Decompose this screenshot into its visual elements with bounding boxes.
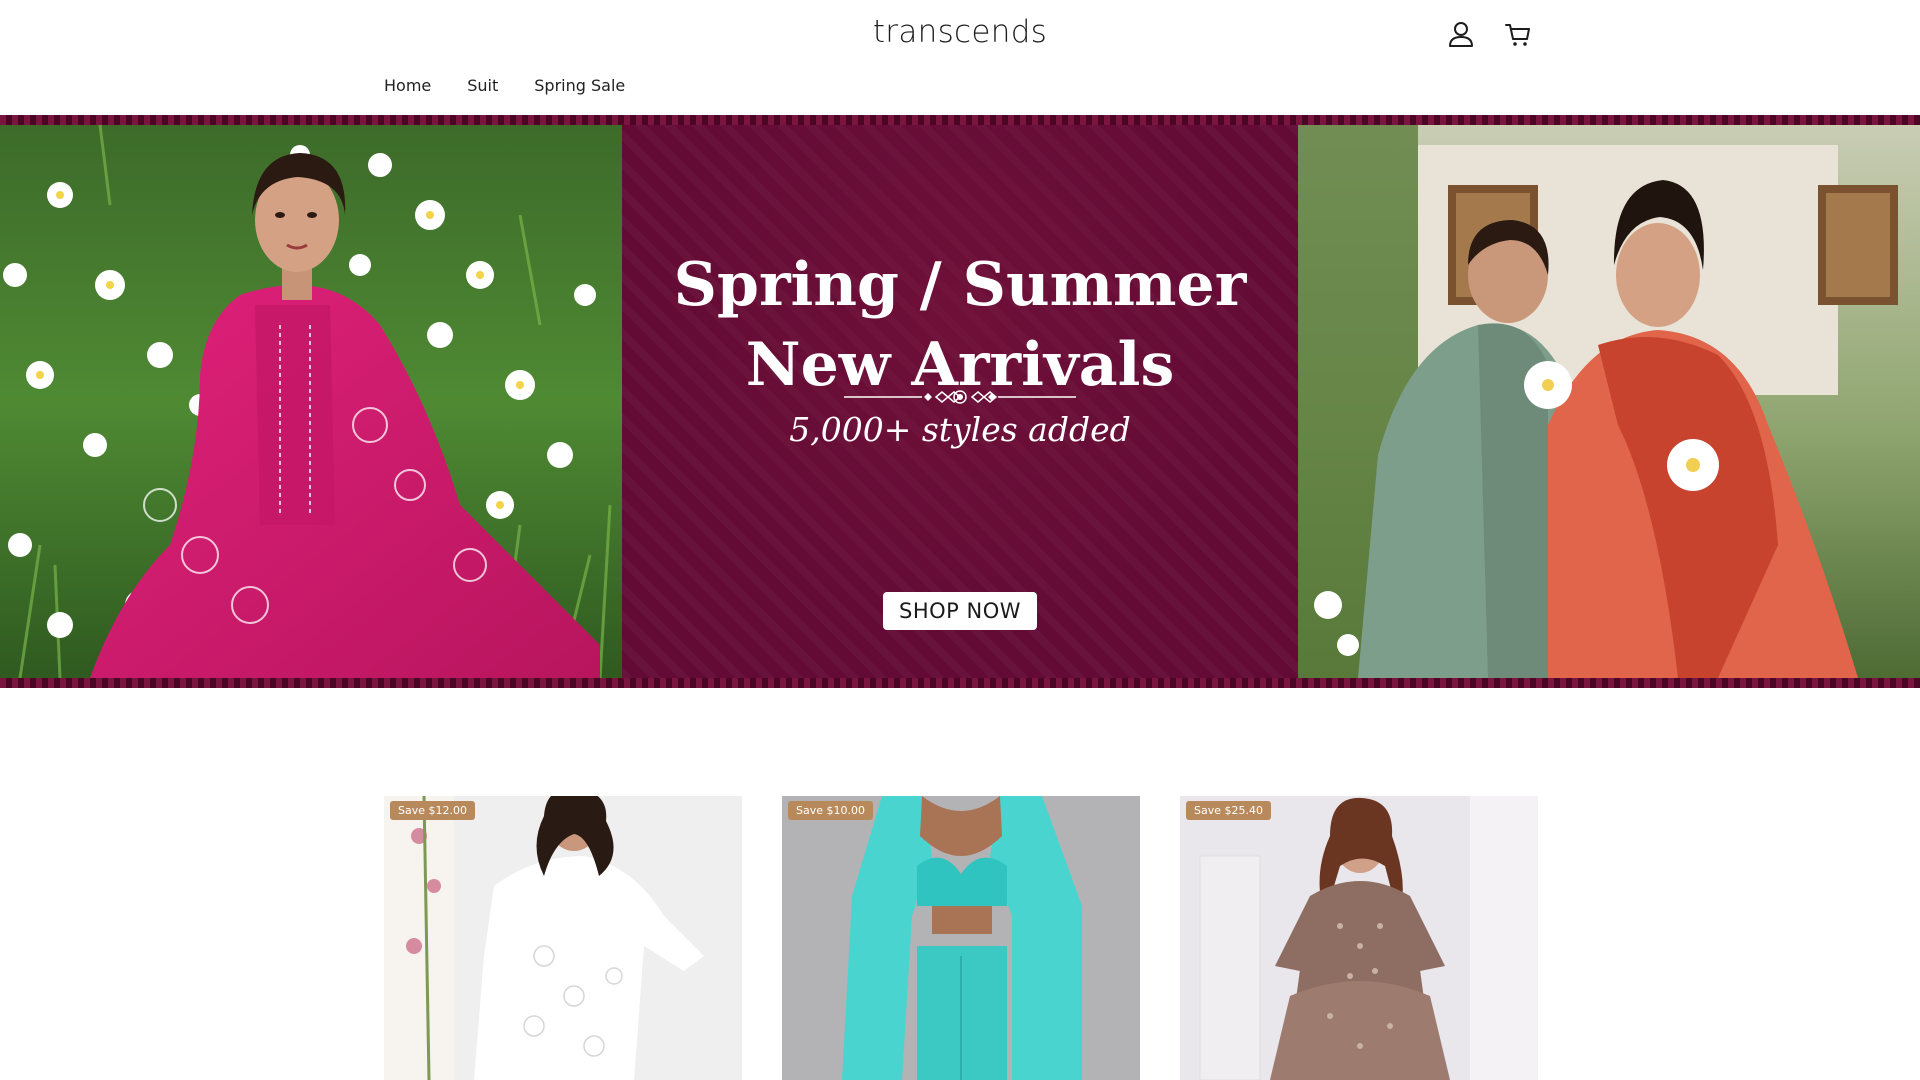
hero-title: Spring / Summer New Arrivals [622,245,1298,405]
nav-suit[interactable]: Suit [467,76,498,95]
store-logo: transcends [0,14,1920,50]
cart-icon[interactable] [1505,20,1531,48]
banner-trim-bottom [0,678,1920,688]
product-image [782,796,1140,1080]
save-badge: Save $12.00 [390,801,475,820]
product-card[interactable]: Save $12.00 [384,796,742,1080]
product-card[interactable]: Save $25.40 [1180,796,1538,1080]
site-header: transcends Home Suit Spring Sale [0,0,1920,115]
hero-photo-left [0,125,622,678]
nav-spring-sale[interactable]: Spring Sale [534,76,625,95]
product-card[interactable]: Save $10.00 [782,796,1140,1080]
main-nav: Home Suit Spring Sale [384,76,625,95]
hero-text-panel: Spring / Summer New Arrivals 5,000+ styl… [622,125,1298,678]
ornament-divider-icon [844,390,1076,404]
product-image [384,796,742,1080]
product-grid: Save $12.00 Save $10.00 Save $25.40 [384,796,1538,1080]
nav-home[interactable]: Home [384,76,431,95]
account-icon[interactable] [1448,20,1474,48]
hero-banner[interactable]: Spring / Summer New Arrivals 5,000+ styl… [0,115,1920,688]
store-logo-link[interactable]: transcends [873,14,1047,50]
hero-subtitle: 5,000+ styles added [789,410,1131,449]
hero-title-line1: Spring / Summer [673,250,1247,320]
product-image [1180,796,1538,1080]
save-badge: Save $10.00 [788,801,873,820]
hero-photo-right [1298,125,1920,678]
banner-trim-top [0,115,1920,125]
save-badge: Save $25.40 [1186,801,1271,820]
header-icons [1448,20,1531,48]
shop-now-button[interactable]: SHOP NOW [883,592,1037,630]
